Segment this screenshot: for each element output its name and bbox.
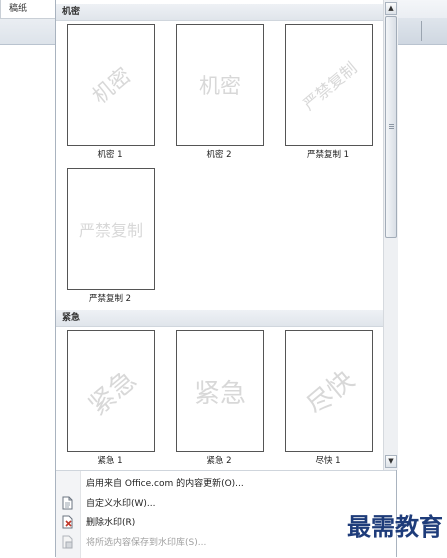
watermark-text: 严禁复制 — [299, 58, 361, 115]
section-header-urgent: 紧急 — [56, 310, 383, 327]
section-header-confidential: 机密 — [56, 4, 383, 21]
page-preview: 紧急 — [67, 330, 155, 452]
menu-item-label: 启用来自 Office.com 的内容更新(O)... — [86, 479, 244, 489]
scroll-up-icon[interactable]: ▲ — [385, 2, 397, 15]
watermark-thumb-confidential-1[interactable]: 机密 机密 1 — [57, 24, 157, 164]
page-preview: 尽快 — [285, 330, 373, 452]
save-page-icon — [60, 535, 74, 549]
watermark-thumb-confidential-2[interactable]: 机密 机密 2 — [166, 24, 266, 164]
thumb-label: 机密 1 — [97, 150, 123, 160]
thumb-label: 尽快 1 — [315, 456, 341, 466]
watermark-text: 机密 — [199, 74, 241, 98]
menu-item-enable-office-updates[interactable]: 启用来自 Office.com 的内容更新(O)... — [56, 474, 396, 492]
watermark-text: 严禁复制 — [78, 221, 143, 240]
thumb-label: 紧急 2 — [206, 456, 232, 466]
watermark-thumb-urgent-1[interactable]: 紧急 紧急 1 — [57, 330, 157, 470]
site-logo: 最需教育 — [347, 512, 443, 541]
menu-item-label: 删除水印(R) — [86, 518, 136, 528]
thumb-label: 严禁复制 2 — [88, 294, 132, 304]
scroll-down-icon[interactable]: ▼ — [385, 455, 397, 468]
grip-line — [389, 124, 394, 125]
page-preview: 严禁复制 — [67, 168, 155, 290]
watermark-thumb-no-copy-2[interactable]: 严禁复制 严禁复制 2 — [57, 168, 157, 308]
gallery-scrollbar[interactable]: ▲ ▼ — [383, 0, 398, 470]
menu-item-label: 自定义水印(W)... — [86, 499, 156, 509]
page-icon — [60, 496, 74, 510]
ribbon-separator — [421, 21, 422, 41]
watermark-text: 尽快 — [301, 364, 361, 422]
thumb-label: 紧急 1 — [97, 456, 123, 466]
thumb-label: 机密 2 — [206, 150, 232, 160]
watermark-dropdown-panel: 机密 机密 机密 1 机密 机密 2 严禁复制 严禁复制 1 严禁复制 严禁复制… — [55, 0, 398, 558]
scroll-thumb[interactable] — [385, 16, 397, 238]
menu-item-label: 将所选内容保存到水印库(S)... — [86, 538, 207, 548]
watermark-text: 紧急 — [83, 364, 143, 422]
page-preview: 机密 — [67, 24, 155, 146]
page-preview: 严禁复制 — [285, 24, 373, 146]
watermark-thumb-no-copy-1[interactable]: 严禁复制 严禁复制 1 — [275, 24, 375, 164]
ribbon-tab-manuscript[interactable]: 稿纸 — [0, 0, 56, 19]
watermark-thumb-asap-1[interactable]: 尽快 尽快 1 — [275, 330, 375, 470]
watermark-text: 紧急 — [193, 378, 246, 409]
thumb-label: 严禁复制 1 — [306, 150, 350, 160]
page-preview: 机密 — [176, 24, 264, 146]
ribbon-strip-right — [397, 18, 447, 44]
menu-item-custom-watermark[interactable]: 自定义水印(W)... — [56, 494, 396, 512]
delete-page-icon — [60, 515, 74, 529]
grip-line — [389, 128, 394, 129]
page-preview: 紧急 — [176, 330, 264, 452]
watermark-gallery: 机密 机密 机密 1 机密 机密 2 严禁复制 严禁复制 1 严禁复制 严禁复制… — [56, 0, 383, 470]
watermark-text: 机密 — [87, 63, 136, 109]
grip-line — [389, 126, 394, 127]
watermark-thumb-urgent-2[interactable]: 紧急 紧急 2 — [166, 330, 266, 470]
